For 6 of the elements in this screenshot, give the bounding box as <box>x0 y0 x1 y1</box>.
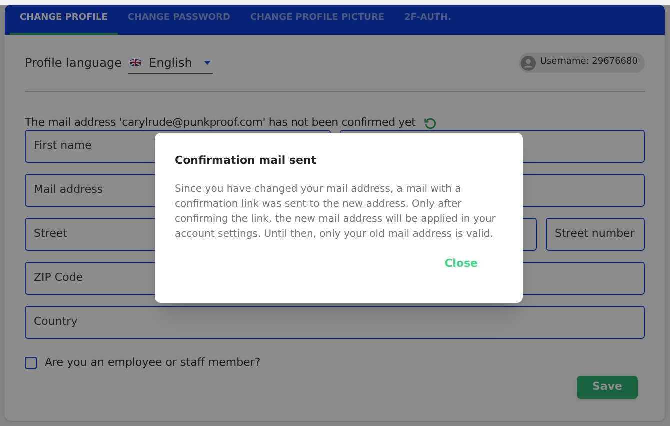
mail-notice: The mail address 'carylrude@punkproof.com' has not been confirmed yet <box>25 114 416 131</box>
dialog-title: Confirmation mail sent <box>175 153 318 169</box>
field-label: Profile language <box>25 55 123 72</box>
dialog-message: Since you have changed your mail address, a mail with a confirmation link was sent to the new address. Only after confirming the link, the new mail address will be applied in your account settings. Until then, only your old mail address is valid. <box>175 182 497 242</box>
checkbox-label: Are you an employee or staff member? <box>45 355 261 371</box>
username-chip: Username: 29676680 <box>519 53 645 73</box>
